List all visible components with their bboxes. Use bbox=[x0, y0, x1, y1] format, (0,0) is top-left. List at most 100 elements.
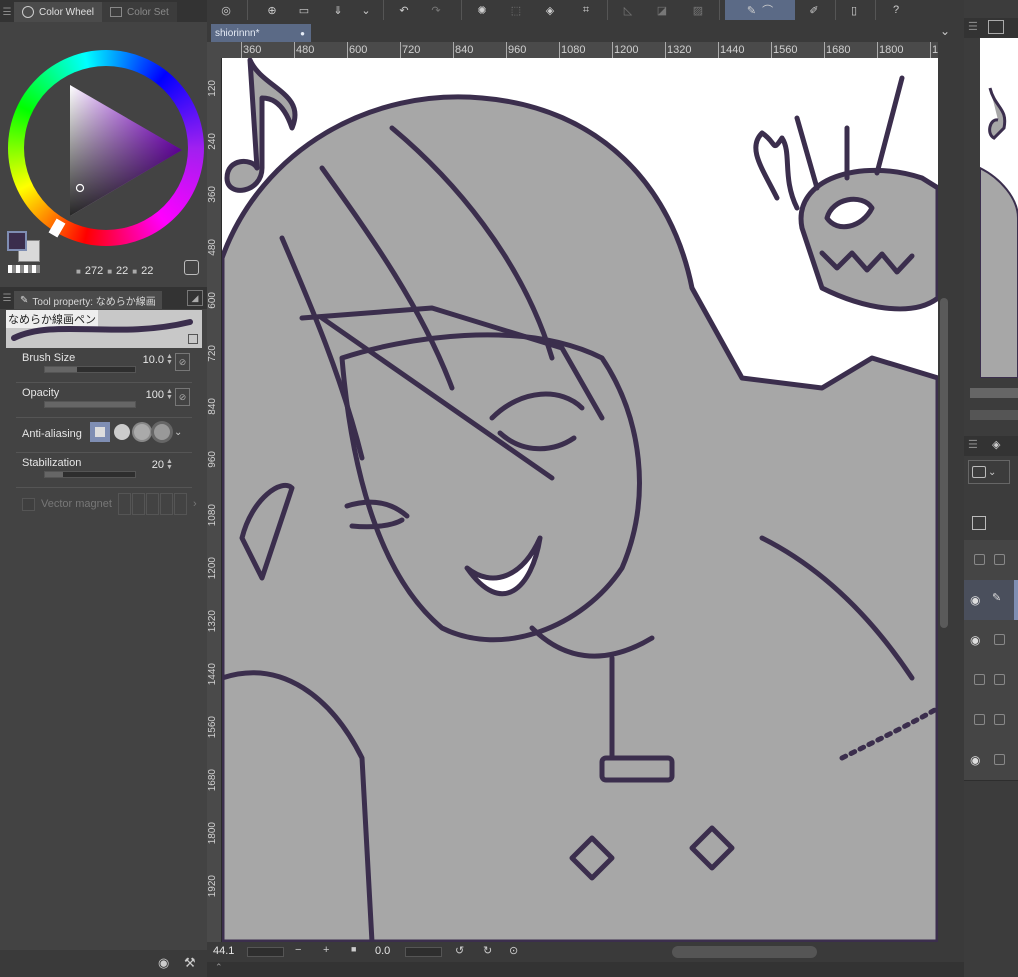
antialias-none-button[interactable] bbox=[90, 422, 110, 442]
layer-row[interactable] bbox=[964, 540, 1018, 581]
layer-mask-icon[interactable]: ▨ bbox=[685, 0, 711, 20]
stroke-correction-icon[interactable]: ✐ bbox=[801, 0, 827, 20]
navigator-zoom-slider[interactable] bbox=[970, 388, 1018, 398]
visibility-off-icon[interactable] bbox=[974, 554, 985, 565]
layer-row-selected[interactable]: ◉ ✎ bbox=[964, 580, 1018, 621]
expand-up-icon[interactable]: ⌃ bbox=[215, 962, 223, 973]
opacity-pressure-icon[interactable]: ⊘ bbox=[175, 388, 190, 406]
tab-list-chevron-icon[interactable]: ⌄ bbox=[940, 24, 950, 38]
s-icon: ■ bbox=[107, 266, 113, 276]
layer-row[interactable] bbox=[964, 660, 1018, 701]
navigator-rotate-slider[interactable] bbox=[970, 410, 1018, 420]
antialias-strong-button[interactable] bbox=[154, 424, 170, 440]
drawing-canvas[interactable] bbox=[222, 58, 938, 942]
chevron-down-icon[interactable]: ⌄ bbox=[174, 427, 182, 438]
vertical-scroll-thumb[interactable] bbox=[940, 298, 948, 628]
saturation-value-triangle[interactable] bbox=[60, 80, 190, 220]
tool-panel-menu-icon[interactable]: ☰ bbox=[0, 288, 14, 308]
panel-menu-icon[interactable]: ☰ bbox=[0, 2, 14, 22]
visibility-off-icon[interactable] bbox=[974, 674, 985, 685]
color-mode-icon[interactable] bbox=[184, 260, 199, 275]
settings-wrench-icon[interactable]: ⚒ bbox=[184, 955, 196, 971]
artwork[interactable] bbox=[222, 58, 938, 942]
brush-size-spinner[interactable]: ▲ ▼ bbox=[166, 353, 174, 366]
chevron-right-icon[interactable]: › bbox=[193, 498, 197, 510]
navigator-preview[interactable] bbox=[980, 38, 1018, 378]
open-file-icon[interactable]: ▭ bbox=[291, 0, 317, 20]
antialias-medium-button[interactable] bbox=[134, 424, 150, 440]
save-menu-chevron-icon[interactable]: ⌄ bbox=[353, 0, 379, 20]
eye-icon[interactable]: ◉ bbox=[970, 633, 984, 647]
zoom-in-icon[interactable]: + bbox=[323, 944, 329, 956]
layer-lock-icon[interactable] bbox=[994, 674, 1005, 685]
hsv-readout: ■ 272 ■ 22 ■ 22 bbox=[76, 265, 153, 277]
vector-magnet-checkbox[interactable] bbox=[22, 497, 35, 511]
layer-row[interactable] bbox=[964, 700, 1018, 741]
tab-color-wheel[interactable]: Color Wheel bbox=[14, 2, 103, 22]
rotate-right-icon[interactable]: ↻ bbox=[483, 944, 492, 957]
crop-icon[interactable]: ⌗ bbox=[573, 0, 599, 20]
stop-icon[interactable]: ■ bbox=[351, 944, 356, 954]
snap-pen-icon[interactable]: ✎ bbox=[747, 4, 756, 17]
rotation-value[interactable]: 0.0 bbox=[375, 945, 390, 957]
layer-lock-icon[interactable] bbox=[994, 714, 1005, 725]
sub-tool-detail-icon[interactable]: ◉ bbox=[158, 955, 169, 971]
reset-rotation-icon[interactable]: ⊙ bbox=[509, 944, 518, 957]
unsaved-dot-icon[interactable]: ● bbox=[300, 29, 305, 38]
layer-panel-menu-icon[interactable]: ☰ bbox=[968, 438, 978, 451]
blend-mode-dropdown[interactable]: ⌄ bbox=[968, 460, 1010, 484]
visibility-off-icon[interactable] bbox=[974, 714, 985, 725]
app-logo-icon[interactable]: ◎ bbox=[213, 0, 239, 20]
gradient-icon[interactable]: ◪ bbox=[649, 0, 675, 20]
opacity-value[interactable]: 100 bbox=[146, 389, 164, 401]
brush-size-slider[interactable] bbox=[44, 366, 136, 373]
main-color-swatch[interactable] bbox=[7, 231, 27, 251]
layer-property-icon[interactable] bbox=[972, 516, 986, 530]
help-icon[interactable]: ? bbox=[883, 0, 909, 20]
tab-tool-property[interactable]: ✎ Tool property: なめらか線画 bbox=[14, 291, 162, 309]
layer-lock-icon[interactable] bbox=[994, 754, 1005, 765]
eye-icon[interactable]: ◉ bbox=[970, 593, 984, 607]
navigator-icon[interactable] bbox=[988, 20, 1004, 34]
lock-icon[interactable] bbox=[188, 334, 198, 344]
companion-mode-icon[interactable]: ▯ bbox=[841, 0, 867, 20]
layers-icon[interactable]: ◈ bbox=[992, 438, 1000, 451]
ruler-icon[interactable]: ◺ bbox=[615, 0, 641, 20]
layer-row[interactable]: ◉ bbox=[964, 740, 1018, 781]
layer-lock-icon[interactable] bbox=[994, 634, 1005, 645]
vector-magnet-levels[interactable] bbox=[117, 493, 187, 515]
zoom-value[interactable]: 44.1 bbox=[213, 945, 234, 957]
snap-curve-icon[interactable]: ⌒ bbox=[762, 2, 773, 18]
redo-icon[interactable]: ↷ bbox=[423, 0, 449, 20]
rotation-slider[interactable] bbox=[405, 947, 442, 957]
save-icon[interactable]: ⇓ bbox=[325, 0, 351, 20]
undo-icon[interactable]: ↶ bbox=[391, 0, 417, 20]
brush-size-value[interactable]: 10.0 bbox=[143, 354, 164, 366]
stabilization-value[interactable]: 20 bbox=[152, 459, 164, 471]
document-tab[interactable]: shiorinnn* ● bbox=[211, 24, 311, 42]
vertical-scrollbar[interactable] bbox=[938, 58, 950, 942]
panel-menu-icon[interactable]: ☰ bbox=[968, 20, 978, 33]
zoom-slider[interactable] bbox=[247, 947, 284, 957]
zoom-out-icon[interactable]: − bbox=[295, 944, 301, 956]
eye-icon[interactable]: ◉ bbox=[970, 753, 984, 767]
stabilization-slider[interactable] bbox=[44, 471, 136, 478]
horizontal-scroll-thumb[interactable] bbox=[672, 946, 817, 958]
stabilization-spinner[interactable]: ▲ ▼ bbox=[166, 458, 174, 471]
transparent-color-icon[interactable] bbox=[8, 265, 40, 273]
brush-size-pressure-icon[interactable]: ⊘ bbox=[175, 353, 190, 371]
opacity-spinner[interactable]: ▲ ▼ bbox=[166, 388, 174, 401]
opacity-slider[interactable] bbox=[44, 401, 136, 408]
selection-layer-icon[interactable]: ⬚ bbox=[503, 0, 529, 20]
tab-color-set[interactable]: Color Set bbox=[102, 2, 177, 22]
wrench-icon[interactable]: ◢ bbox=[187, 290, 203, 306]
pen-edit-icon[interactable]: ✎ bbox=[992, 591, 1001, 604]
layer-lock-icon[interactable] bbox=[994, 554, 1005, 565]
loading-spinner-icon[interactable]: ✺ bbox=[469, 0, 495, 20]
rotate-left-icon[interactable]: ↺ bbox=[455, 944, 464, 957]
layer-row[interactable]: ◉ bbox=[964, 620, 1018, 661]
antialias-weak-button[interactable] bbox=[114, 424, 130, 440]
new-file-icon[interactable]: ⊕ bbox=[259, 0, 285, 20]
snap-tools-group[interactable]: ✎ ⌒ bbox=[725, 0, 795, 20]
fill-icon[interactable]: ◈ bbox=[537, 0, 563, 20]
